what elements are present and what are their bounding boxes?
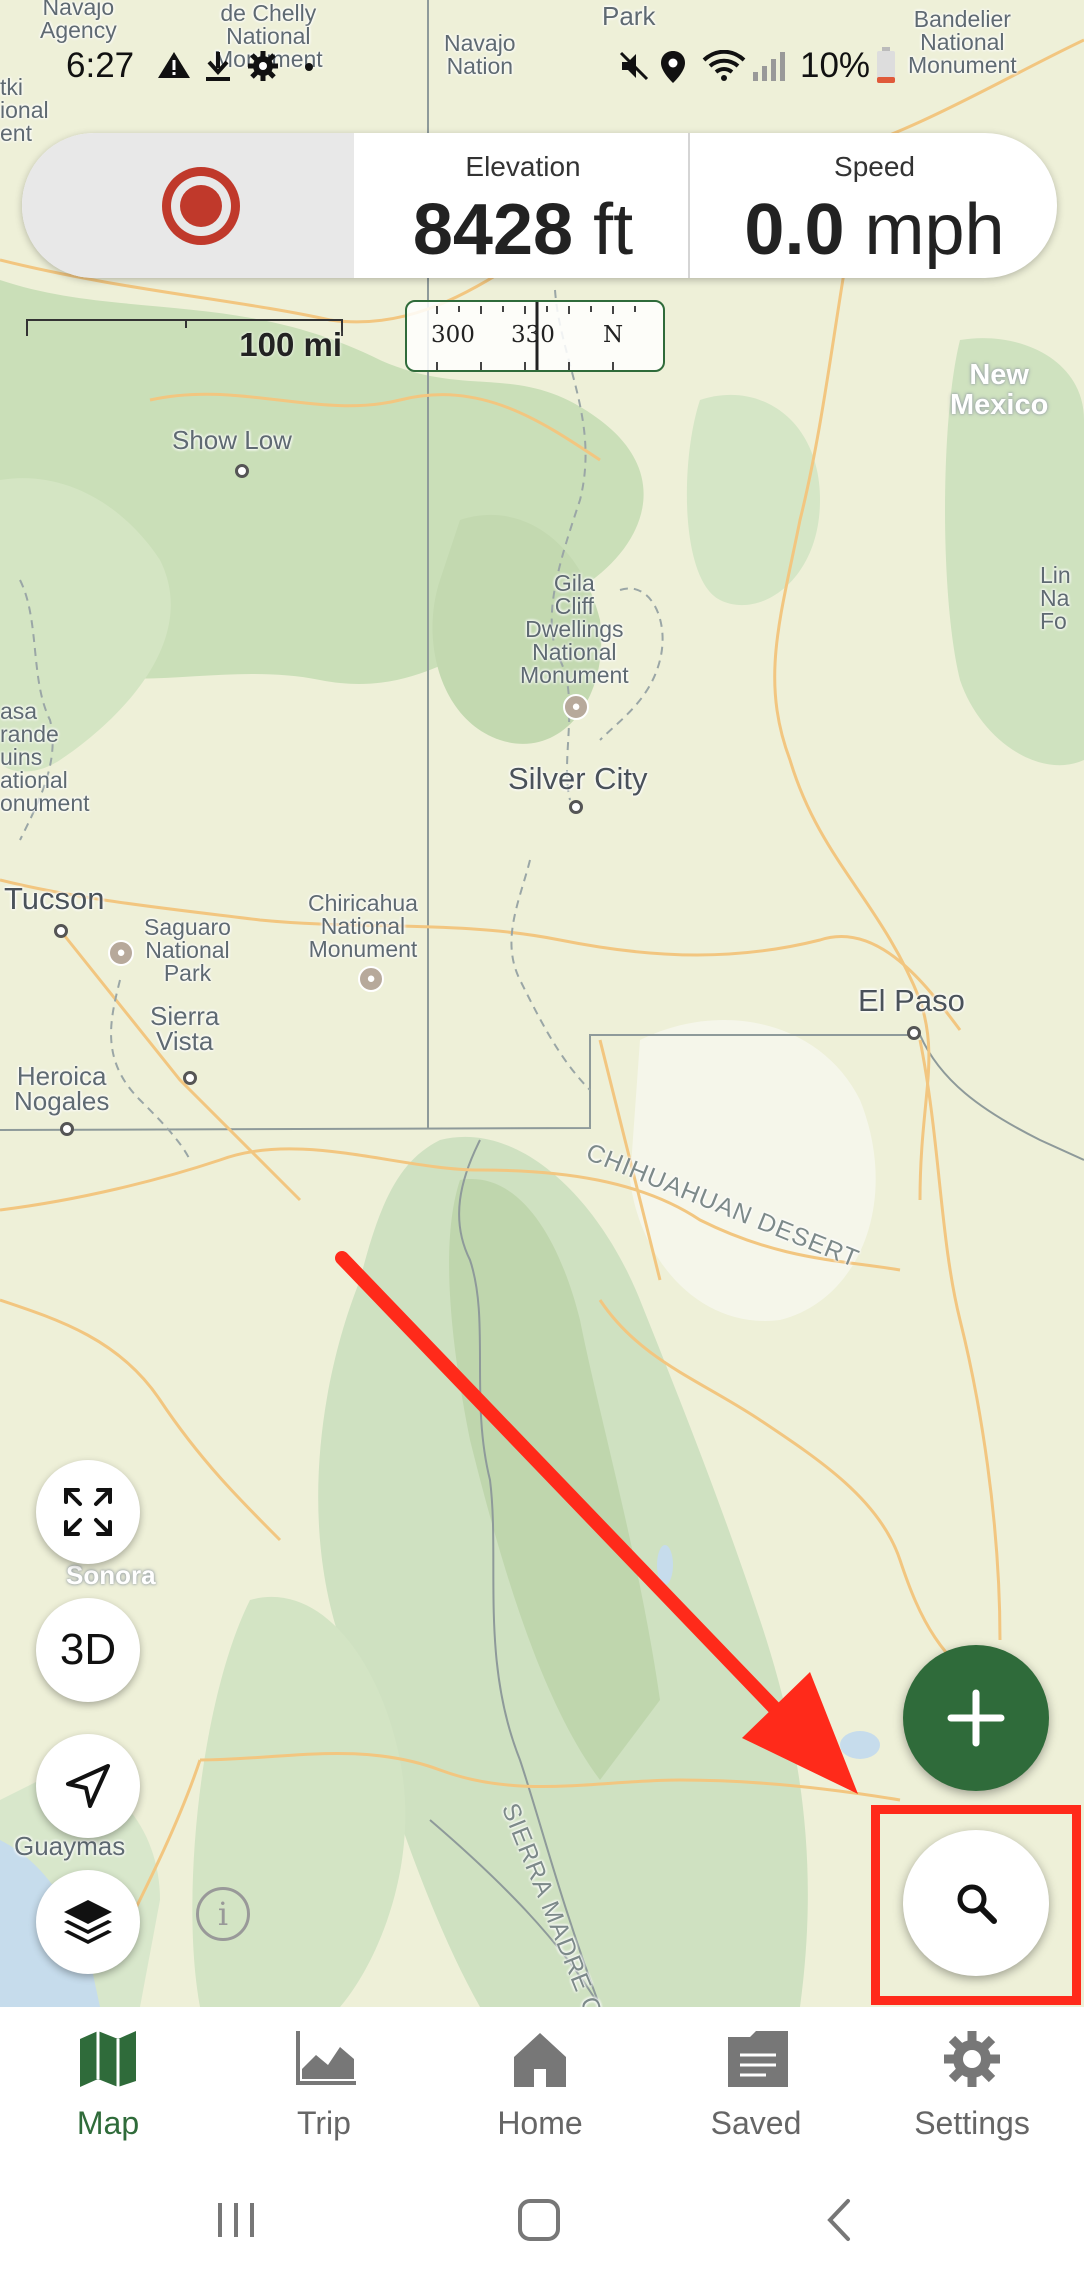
speed-value: 0.0 mph (744, 190, 1005, 270)
scale-label: 100 mi (239, 326, 342, 363)
mute-icon (619, 51, 649, 81)
fullscreen-icon (64, 1488, 112, 1536)
elevation-value: 8428 ft (412, 190, 634, 270)
map-label-new-mexico: New Mexico (950, 359, 1049, 421)
nav-label-map: Map (76, 2105, 140, 2141)
nav-label-trip: Trip (297, 2105, 351, 2141)
map-label-lincoln: Lin Na Fo (1040, 562, 1071, 634)
nav-item-home[interactable]: Home (432, 2007, 648, 2175)
map-dot-tucson (54, 924, 68, 938)
system-navigation-bar (0, 2175, 1084, 2280)
3d-toggle-button[interactable]: 3D (36, 1598, 140, 1702)
elevation-label: Elevation (465, 151, 581, 182)
record-icon[interactable] (162, 167, 240, 245)
signal-icon (753, 52, 785, 81)
fullscreen-button[interactable] (36, 1460, 140, 1564)
navigation-arrow-icon (66, 1764, 110, 1808)
nav-label-saved: Saved (710, 2105, 802, 2141)
chart-icon (296, 2031, 356, 2085)
compass-tick-300: 300 (431, 322, 475, 348)
notification-dot-icon (305, 63, 313, 71)
speed-display: Speed 0.0 mph (692, 133, 1057, 278)
map-icon (80, 2031, 136, 2087)
layers-button[interactable] (36, 1870, 140, 1974)
map-label-gila-cliff: Gila Cliff Dwellings National Monument (520, 570, 629, 688)
nav-label-home: Home (497, 2105, 583, 2141)
back-icon[interactable] (820, 2197, 860, 2243)
speed-label: Speed (834, 151, 915, 182)
compass-tick-n: N (603, 322, 624, 348)
map-label-silver-city: Silver City (508, 761, 648, 796)
map-label-guaymas: Guaymas (14, 1831, 126, 1861)
map-scale-bar: 100 mi (26, 318, 344, 363)
nav-item-saved[interactable]: Saved (648, 2007, 864, 2175)
map-label-casa-grande: asa rande uins ational onument (0, 698, 90, 816)
folder-icon (728, 2031, 788, 2087)
map-label-tucson: Tucson (4, 881, 105, 916)
nav-item-settings[interactable]: Settings (864, 2007, 1080, 2175)
tracking-card: Elevation 8428 ft Speed 0.0 mph (22, 133, 1057, 278)
locate-button[interactable] (36, 1734, 140, 1838)
map-dot-el-paso (907, 1026, 921, 1040)
park-marker-icon: ● (563, 694, 589, 720)
park-marker-icon: ● (358, 966, 384, 992)
map-label-el-paso: El Paso (858, 983, 965, 1018)
map-dot-silver-city (569, 800, 583, 814)
record-panel[interactable] (22, 133, 354, 278)
add-button[interactable] (903, 1645, 1049, 1791)
annotation-highlight-box (871, 1805, 1081, 2005)
location-icon (661, 51, 685, 83)
battery-icon (877, 47, 895, 83)
home-icon (514, 2033, 566, 2087)
park-marker-icon: ● (108, 940, 134, 966)
settings-icon (248, 51, 278, 81)
layers-icon (64, 1900, 112, 1944)
status-time: 6:27 (66, 46, 135, 85)
map-label-heroica-nogales: Heroica Nogales (14, 1061, 110, 1116)
wifi-icon (702, 50, 746, 81)
3d-label: 3D (59, 1625, 117, 1674)
alert-icon (158, 52, 190, 78)
compass-heading[interactable]: 300 330 N (405, 300, 665, 372)
home-system-icon[interactable] (516, 2197, 562, 2243)
gear-icon (944, 2031, 1000, 2087)
map-info-button[interactable]: i (196, 1887, 250, 1941)
download-icon (206, 52, 230, 81)
elevation-display: Elevation 8428 ft (358, 133, 690, 278)
battery-percentage: 10% (800, 46, 871, 85)
info-icon: i (217, 1895, 229, 1933)
map-label-chiricahua: Chiricahua National Monument (308, 890, 418, 962)
map-label-show-low: Show Low (172, 425, 292, 455)
nav-label-settings: Settings (914, 2105, 1030, 2141)
plus-icon (947, 1689, 1005, 1747)
map-label-sierra-vista: Sierra Vista (150, 1001, 220, 1056)
status-bar: 6:27 10% (0, 36, 1084, 96)
map-label-park: Park (602, 1, 656, 31)
map-dot-heroica-nogales (60, 1122, 74, 1136)
nav-item-trip[interactable]: Trip (216, 2007, 432, 2175)
map-dot-show-low (235, 464, 249, 478)
map-label-saguaro: Saguaro National Park (144, 914, 231, 986)
compass-tick-330: 330 (511, 322, 555, 348)
nav-item-map[interactable]: Map (0, 2007, 216, 2175)
map-label-sonora: Sonora (66, 1560, 156, 1590)
bottom-navigation: Map Trip Home Saved Settings (0, 2007, 1084, 2175)
map-dot-sierra-vista (183, 1071, 197, 1085)
recent-apps-icon[interactable] (214, 2199, 260, 2241)
